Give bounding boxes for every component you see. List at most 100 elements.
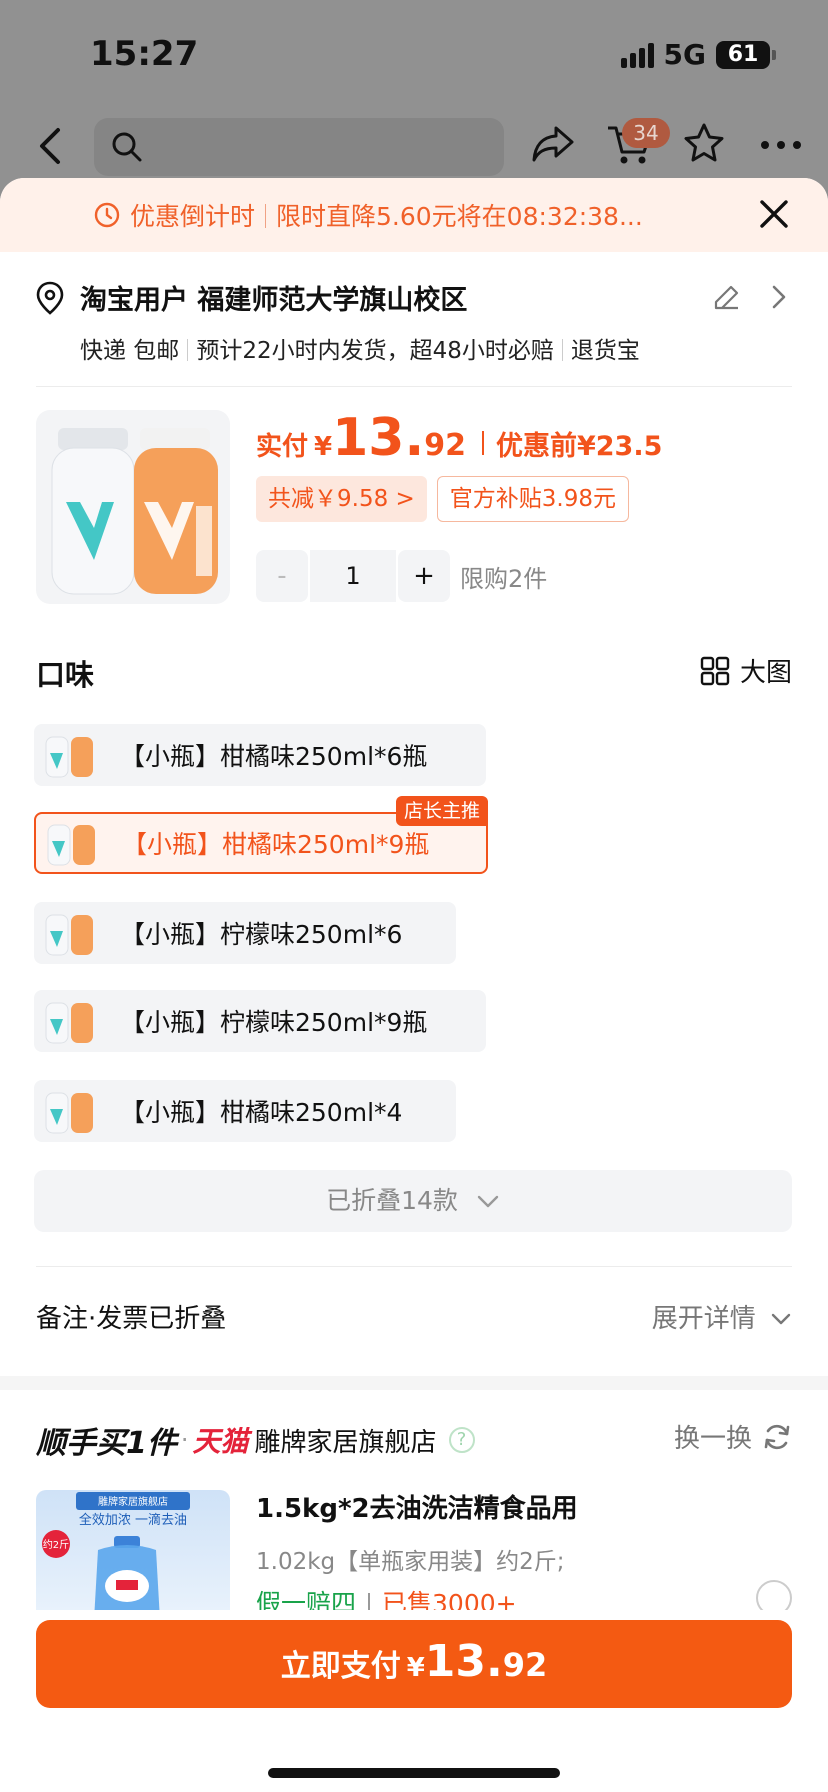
big-image-toggle[interactable]: 大图 xyxy=(700,652,792,689)
option-thumbnail xyxy=(45,736,93,778)
status-time: 15:27 xyxy=(90,34,199,74)
battery-icon: 61 xyxy=(716,40,776,69)
discount-tags: 共减￥9.58 > 官方补贴3.98元 xyxy=(256,476,630,522)
swap-label: 换一换 xyxy=(673,1424,752,1454)
official-subsidy-tag: 官方补贴3.98元 xyxy=(436,476,630,522)
upsell-product-desc: 1.02kg【单瓶家用装】约2斤; xyxy=(256,1549,565,1575)
option-label: 【小瓶】柑橘味250ml*4 xyxy=(120,1098,403,1127)
option-thumbnail xyxy=(47,824,95,866)
pay-footer: 立即支付 ¥ 13. 92 xyxy=(0,1610,828,1792)
option-item-selected[interactable]: 【小瓶】柑橘味250ml*9瓶 店长主推 xyxy=(34,796,488,874)
back-icon[interactable] xyxy=(34,126,68,166)
price-row: 实付 ¥ 13. 92 优惠前 ¥23.5 xyxy=(256,408,662,468)
promo-countdown-bar: 优惠倒计时 限时直降5.60元将在08:32:38... xyxy=(0,178,828,252)
delivery-method: 快递 包邮 xyxy=(80,338,180,364)
network-type: 5G xyxy=(663,38,706,71)
signal-icon xyxy=(620,42,654,68)
section-separator xyxy=(0,1376,828,1390)
increase-button[interactable]: + xyxy=(398,550,450,602)
status-indicators: 5G 61 xyxy=(620,38,776,71)
option-label: 【小瓶】柠檬味250ml*6 xyxy=(120,920,403,949)
upsell-header: 顺手买1件 · 天猫 雕牌家居旗舰店 ? xyxy=(36,1418,475,1462)
chevron-right-icon[interactable] xyxy=(770,284,788,310)
price-before-value: ¥23.5 xyxy=(576,431,663,462)
upsell-product-image[interactable]: 雕牌家居旗舰店 全效加浓 一滴去油 约2斤 xyxy=(36,1490,230,1620)
address-section[interactable]: 淘宝用户 福建师范大学旗山校区 快递 包邮 预计22小时内发货，超48小时必赔 退货… xyxy=(36,278,792,365)
edit-icon[interactable] xyxy=(712,282,742,312)
price-integer: 13. xyxy=(332,408,425,468)
price-currency: ¥ xyxy=(314,432,333,462)
grid-icon xyxy=(700,656,730,685)
share-icon[interactable] xyxy=(530,122,576,164)
more-icon[interactable] xyxy=(760,140,802,150)
expand-details-label: 展开详情 xyxy=(651,1304,756,1334)
search-icon xyxy=(112,132,142,162)
quantity-input[interactable]: 1 xyxy=(310,550,396,602)
divider xyxy=(36,386,792,387)
divider xyxy=(187,339,189,361)
promo-label: 优惠倒计时 xyxy=(130,202,256,231)
delivery-info: 快递 包邮 预计22小时内发货，超48小时必赔 退货宝 xyxy=(80,331,792,365)
pay-label: 立即支付 xyxy=(280,1649,401,1684)
option-label: 【小瓶】柠檬味250ml*9瓶 xyxy=(120,1008,428,1037)
upsell-shop-name[interactable]: 雕牌家居旗舰店 xyxy=(255,1422,437,1459)
purchase-limit: 限购2件 xyxy=(460,564,548,593)
price-decimal: 92 xyxy=(424,428,466,463)
option-thumbnail xyxy=(45,914,93,956)
option-item[interactable]: 【小瓶】柠檬味250ml*9瓶 xyxy=(34,990,486,1052)
upsell-title: 顺手买1件 xyxy=(36,1426,177,1461)
remark-invoice-label: 备注·发票已折叠 xyxy=(36,1304,227,1334)
collapsed-label: 已折叠14款 xyxy=(326,1186,458,1215)
home-indicator xyxy=(268,1768,560,1778)
flavor-title: 口味 xyxy=(36,658,95,692)
background-page-header: 15:27 5G 61 34 xyxy=(0,0,828,190)
clock-icon xyxy=(94,202,120,228)
close-icon[interactable] xyxy=(756,196,792,232)
checkout-sheet: 优惠倒计时 限时直降5.60元将在08:32:38... 淘宝用户 福建师范大学旗… xyxy=(0,178,828,1792)
expand-details-button[interactable]: 展开详情 xyxy=(652,1298,792,1335)
address-line: 淘宝用户 福建师范大学旗山校区 xyxy=(80,285,468,316)
divider xyxy=(36,1266,792,1267)
option-label: 【小瓶】柑橘味250ml*6瓶 xyxy=(120,742,428,771)
price-label: 实付 xyxy=(256,432,309,462)
option-item[interactable]: 【小瓶】柑橘味250ml*4 xyxy=(34,1080,456,1142)
image-shop-banner: 雕牌家居旗舰店 xyxy=(98,1495,168,1508)
decrease-button[interactable]: - xyxy=(256,550,308,602)
price-before-label: 优惠前 xyxy=(495,431,577,462)
option-item[interactable]: 【小瓶】柠檬味250ml*6 xyxy=(34,902,456,964)
divider xyxy=(265,204,267,228)
chevron-down-icon xyxy=(771,1313,791,1324)
swap-button[interactable]: 换一换 xyxy=(674,1418,792,1455)
option-label: 【小瓶】柑橘味250ml*9瓶 xyxy=(122,830,430,859)
option-item[interactable]: 【小瓶】柑橘味250ml*6瓶 xyxy=(34,724,486,786)
pay-decimal: 92 xyxy=(502,1646,548,1684)
pay-integer: 13. xyxy=(424,1636,503,1687)
location-pin-icon xyxy=(36,281,64,315)
cart-count-badge: 34 xyxy=(622,118,670,148)
pay-currency: ¥ xyxy=(406,1653,425,1683)
divider xyxy=(481,431,484,455)
option-thumbnail xyxy=(45,1002,93,1044)
pay-now-button[interactable]: 立即支付 ¥ 13. 92 xyxy=(36,1620,792,1708)
image-weight-badge: 约2斤 xyxy=(43,1538,69,1551)
divider xyxy=(561,339,563,361)
image-slogan: 全效加浓 一滴去油 xyxy=(79,1512,187,1528)
option-thumbnail xyxy=(45,1092,93,1134)
big-image-label: 大图 xyxy=(739,658,792,688)
upsell-product-name[interactable]: 1.5kg*2去油洗洁精食品用 xyxy=(256,1488,578,1525)
quantity-stepper: - 1 + 限购2件 xyxy=(256,550,547,602)
total-discount-tag[interactable]: 共减￥9.58 > xyxy=(256,476,427,522)
delivery-estimate: 预计22小时内发货，超48小时必赔 xyxy=(196,338,554,364)
refresh-icon xyxy=(764,1424,790,1449)
promo-text: 优惠倒计时 限时直降5.60元将在08:32:38... xyxy=(130,197,643,233)
return-service: 退货宝 xyxy=(570,338,640,364)
expand-collapsed-options-button[interactable]: 已折叠14款 xyxy=(34,1170,792,1232)
help-icon[interactable]: ? xyxy=(448,1427,475,1453)
search-input[interactable] xyxy=(94,118,504,176)
promo-countdown: 限时直降5.60元将在08:32:38... xyxy=(276,202,643,231)
dot-separator: · xyxy=(180,1426,189,1454)
favorite-star-icon[interactable] xyxy=(682,122,726,164)
tmall-logo: 天猫 xyxy=(192,1425,249,1458)
chevron-down-icon xyxy=(477,1195,499,1208)
product-image[interactable] xyxy=(36,410,230,604)
